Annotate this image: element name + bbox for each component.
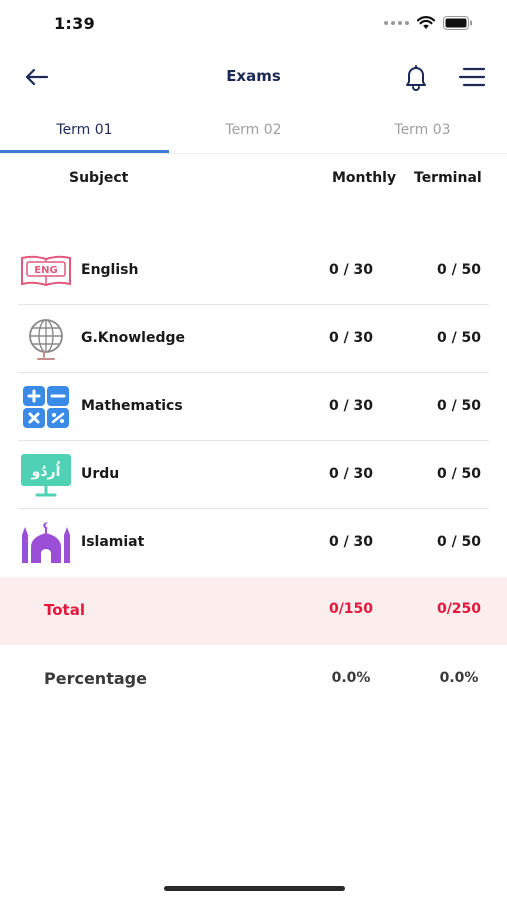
- terminal-score: 0 / 50: [436, 534, 482, 550]
- subject-row-islamiat: Islamiat 0 / 30 0 / 50: [0, 509, 507, 577]
- monthly-score: 0 / 30: [328, 330, 374, 346]
- table-header: Subject Monthly Terminal: [0, 168, 507, 190]
- svg-text:اُردُو: اُردُو: [31, 461, 61, 480]
- subject-name: Islamiat: [81, 534, 145, 550]
- subject-name: G.Knowledge: [81, 330, 186, 346]
- status-icons: [384, 16, 473, 30]
- tab-term-03[interactable]: Term 03: [338, 112, 507, 154]
- urdu-board-icon: اُردُو: [18, 454, 74, 497]
- signal-icon: [384, 21, 409, 25]
- mosque-icon: [18, 522, 74, 563]
- eng-book-icon: ENG: [18, 251, 74, 291]
- subject-name: Urdu: [81, 466, 120, 482]
- terminal-score: 0 / 50: [436, 330, 482, 346]
- hamburger-menu-icon: [458, 67, 486, 87]
- total-row: Total 0/150 0/250: [0, 577, 507, 645]
- term-tabs: Term 01 Term 02 Term 03: [0, 112, 507, 154]
- wifi-icon: [417, 16, 435, 29]
- notifications-button[interactable]: [402, 63, 430, 91]
- status-bar: 1:39: [0, 0, 507, 48]
- page-title: Exams: [226, 67, 281, 85]
- header-terminal: Terminal: [414, 170, 482, 186]
- monthly-score: 0 / 30: [328, 262, 374, 278]
- monthly-score: 0 / 30: [328, 534, 374, 550]
- menu-button[interactable]: [458, 65, 486, 89]
- bell-icon: [406, 65, 426, 91]
- monthly-score: 0 / 30: [328, 466, 374, 482]
- nav-bar: Exams: [0, 55, 507, 101]
- percentage-row: Percentage 0.0% 0.0%: [0, 658, 507, 700]
- total-label: Total: [44, 601, 85, 619]
- total-monthly-score: 0/150: [328, 601, 374, 617]
- tabs-divider: [0, 153, 507, 154]
- subject-name: Mathematics: [81, 398, 183, 414]
- terminal-score: 0 / 50: [436, 262, 482, 278]
- header-subject: Subject: [69, 170, 129, 186]
- battery-icon: [443, 16, 472, 30]
- percentage-terminal: 0.0%: [439, 670, 479, 686]
- header-monthly: Monthly: [332, 170, 397, 186]
- subject-row-urdu: اُردُو Urdu 0 / 30 0 / 50: [0, 441, 507, 509]
- monthly-score: 0 / 30: [328, 398, 374, 414]
- tab-term-01[interactable]: Term 01: [0, 112, 169, 154]
- total-terminal-score: 0/250: [436, 601, 482, 617]
- subject-name: English: [81, 262, 139, 278]
- percentage-label: Percentage: [44, 669, 147, 688]
- terminal-score: 0 / 50: [436, 398, 482, 414]
- calculator-icon: [18, 386, 74, 428]
- globe-icon: [18, 319, 74, 360]
- svg-text:ENG: ENG: [34, 265, 57, 276]
- terminal-score: 0 / 50: [436, 466, 482, 482]
- tab-term-02[interactable]: Term 02: [169, 112, 338, 154]
- status-time: 1:39: [54, 14, 95, 33]
- subject-row-mathematics: Mathematics 0 / 30 0 / 50: [0, 373, 507, 441]
- percentage-monthly: 0.0%: [331, 670, 371, 686]
- subject-list: ENG English 0 / 30 0 / 50 G.Knowledge 0 …: [0, 237, 507, 577]
- subject-row-gknowledge: G.Knowledge 0 / 30 0 / 50: [0, 305, 507, 373]
- home-indicator[interactable]: [164, 886, 345, 891]
- subject-row-english: ENG English 0 / 30 0 / 50: [0, 237, 507, 305]
